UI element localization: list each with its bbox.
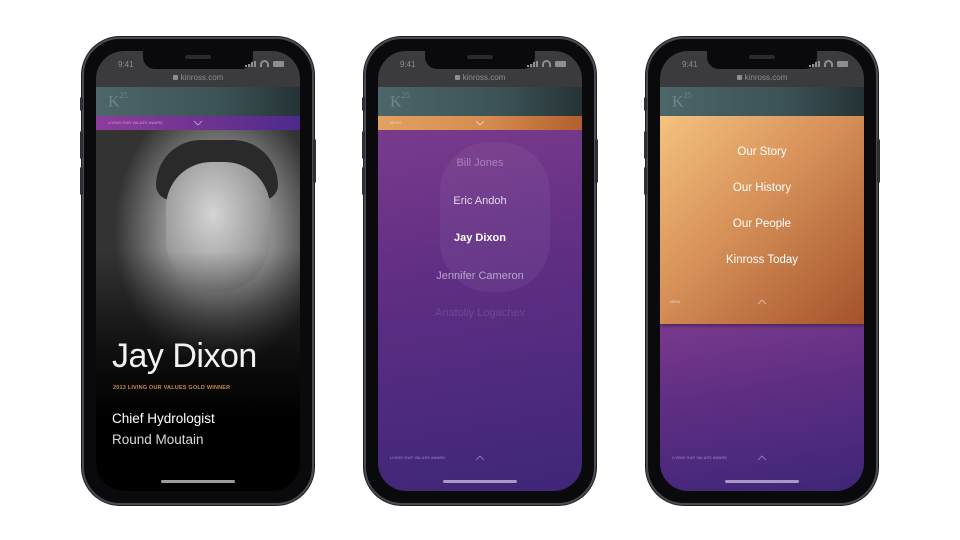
person-item[interactable]: Bill Jones (378, 157, 582, 195)
nav-menu-panel: Our Story Our History Our People Kinross… (660, 116, 864, 324)
notch (425, 51, 535, 69)
chevron-up-icon[interactable] (757, 299, 767, 305)
menu-label: Menu (670, 300, 681, 304)
speaker (467, 55, 493, 59)
page-background (660, 324, 864, 491)
notch (143, 51, 253, 69)
volume-up-button (362, 131, 365, 159)
footer-label: Living our values award (672, 456, 728, 460)
wifi-icon (542, 60, 551, 67)
address-bar[interactable]: kinross.com (378, 73, 582, 82)
signal-icon (527, 61, 538, 67)
volume-down-button (644, 167, 647, 195)
chevron-down-icon[interactable] (193, 120, 203, 126)
status-icons (809, 60, 848, 67)
screen: 9:41 kinross.com K25 Living our values a… (96, 51, 300, 491)
home-indicator[interactable] (161, 480, 235, 483)
menu-item-our-story[interactable]: Our Story (660, 146, 864, 182)
kinross-logo[interactable]: K25 (390, 91, 410, 111)
lock-icon (454, 75, 460, 80)
volume-down-button (80, 167, 83, 195)
volume-up-button (80, 131, 83, 159)
logo-letter: K (672, 93, 684, 111)
signal-icon (245, 61, 256, 67)
award-title: 2013 LIVING OUR VALUES GOLD WINNER (113, 385, 231, 391)
battery-icon (555, 61, 566, 67)
status-time: 9:41 (400, 60, 416, 69)
home-indicator[interactable] (443, 480, 517, 483)
kinross-logo[interactable]: K25 (108, 91, 128, 111)
status-bar: 9:41 kinross.com (378, 51, 582, 87)
power-button (595, 139, 598, 183)
address-bar[interactable]: kinross.com (96, 73, 300, 82)
battery-icon (837, 61, 848, 67)
person-item[interactable]: Eric Andoh (378, 195, 582, 233)
kinross-logo[interactable]: K25 (672, 91, 692, 111)
speaker (749, 55, 775, 59)
logo-superscript: 25 (401, 91, 410, 100)
menu-ribbon[interactable]: Menu (378, 116, 582, 130)
home-indicator[interactable] (725, 480, 799, 483)
volume-up-button (644, 131, 647, 159)
screen: 9:41 kinross.com K25 Our Story Our Histo… (660, 51, 864, 491)
footer-label: Living our values award (390, 456, 446, 460)
people-list: Bill Jones Eric Andoh Jay Dixon Jennifer… (378, 157, 582, 345)
mute-switch (80, 97, 83, 111)
url-text: kinross.com (462, 73, 506, 82)
chevron-up-icon[interactable] (757, 455, 767, 461)
menu-item-kinross-today[interactable]: Kinross Today (660, 254, 864, 290)
notch (707, 51, 817, 69)
power-button (877, 139, 880, 183)
phone-menu: 9:41 kinross.com K25 Our Story Our Histo… (644, 37, 880, 505)
status-icons (527, 60, 566, 67)
award-ribbon[interactable]: Living our values award (96, 116, 300, 130)
mute-switch (644, 97, 647, 111)
screen: 9:41 kinross.com K25 Menu Bill Jones Eri… (378, 51, 582, 491)
phone-people-list: 9:41 kinross.com K25 Menu Bill Jones Eri… (362, 37, 598, 505)
chevron-up-icon[interactable] (475, 455, 485, 461)
phone-profile: 9:41 kinross.com K25 Living our values a… (80, 37, 316, 505)
logo-letter: K (390, 93, 402, 111)
profile-location: Round Moutain (112, 432, 204, 447)
brand-bar: K25 (96, 87, 300, 116)
profile-name: Jay Dixon (112, 337, 257, 375)
speaker (185, 55, 211, 59)
profile-role: Chief Hydrologist (112, 411, 215, 426)
url-text: kinross.com (180, 73, 224, 82)
brand-bar: K25 (660, 87, 864, 116)
status-time: 9:41 (118, 60, 134, 69)
url-text: kinross.com (744, 73, 788, 82)
brand-bar: K25 (378, 87, 582, 116)
status-bar: 9:41 kinross.com (96, 51, 300, 87)
status-icons (245, 60, 284, 67)
lock-icon (172, 75, 178, 80)
signal-icon (809, 61, 820, 67)
person-item[interactable]: Anatoliy Logachev (378, 307, 582, 345)
logo-superscript: 25 (683, 91, 692, 100)
status-bar: 9:41 kinross.com (660, 51, 864, 87)
address-bar[interactable]: kinross.com (660, 73, 864, 82)
logo-superscript: 25 (119, 91, 128, 100)
person-item-selected[interactable]: Jay Dixon (378, 232, 582, 270)
menu-item-our-people[interactable]: Our People (660, 218, 864, 254)
status-time: 9:41 (682, 60, 698, 69)
menu-item-our-history[interactable]: Our History (660, 182, 864, 218)
battery-icon (273, 61, 284, 67)
ribbon-label: Menu (390, 121, 402, 125)
chevron-down-icon[interactable] (475, 120, 485, 126)
mute-switch (362, 97, 365, 111)
nav-menu: Our Story Our History Our People Kinross… (660, 146, 864, 290)
person-item[interactable]: Jennifer Cameron (378, 270, 582, 308)
wifi-icon (260, 60, 269, 67)
ribbon-label: Living our values award (108, 121, 164, 125)
logo-letter: K (108, 93, 120, 111)
lock-icon (736, 75, 742, 80)
volume-down-button (362, 167, 365, 195)
wifi-icon (824, 60, 833, 67)
power-button (313, 139, 316, 183)
